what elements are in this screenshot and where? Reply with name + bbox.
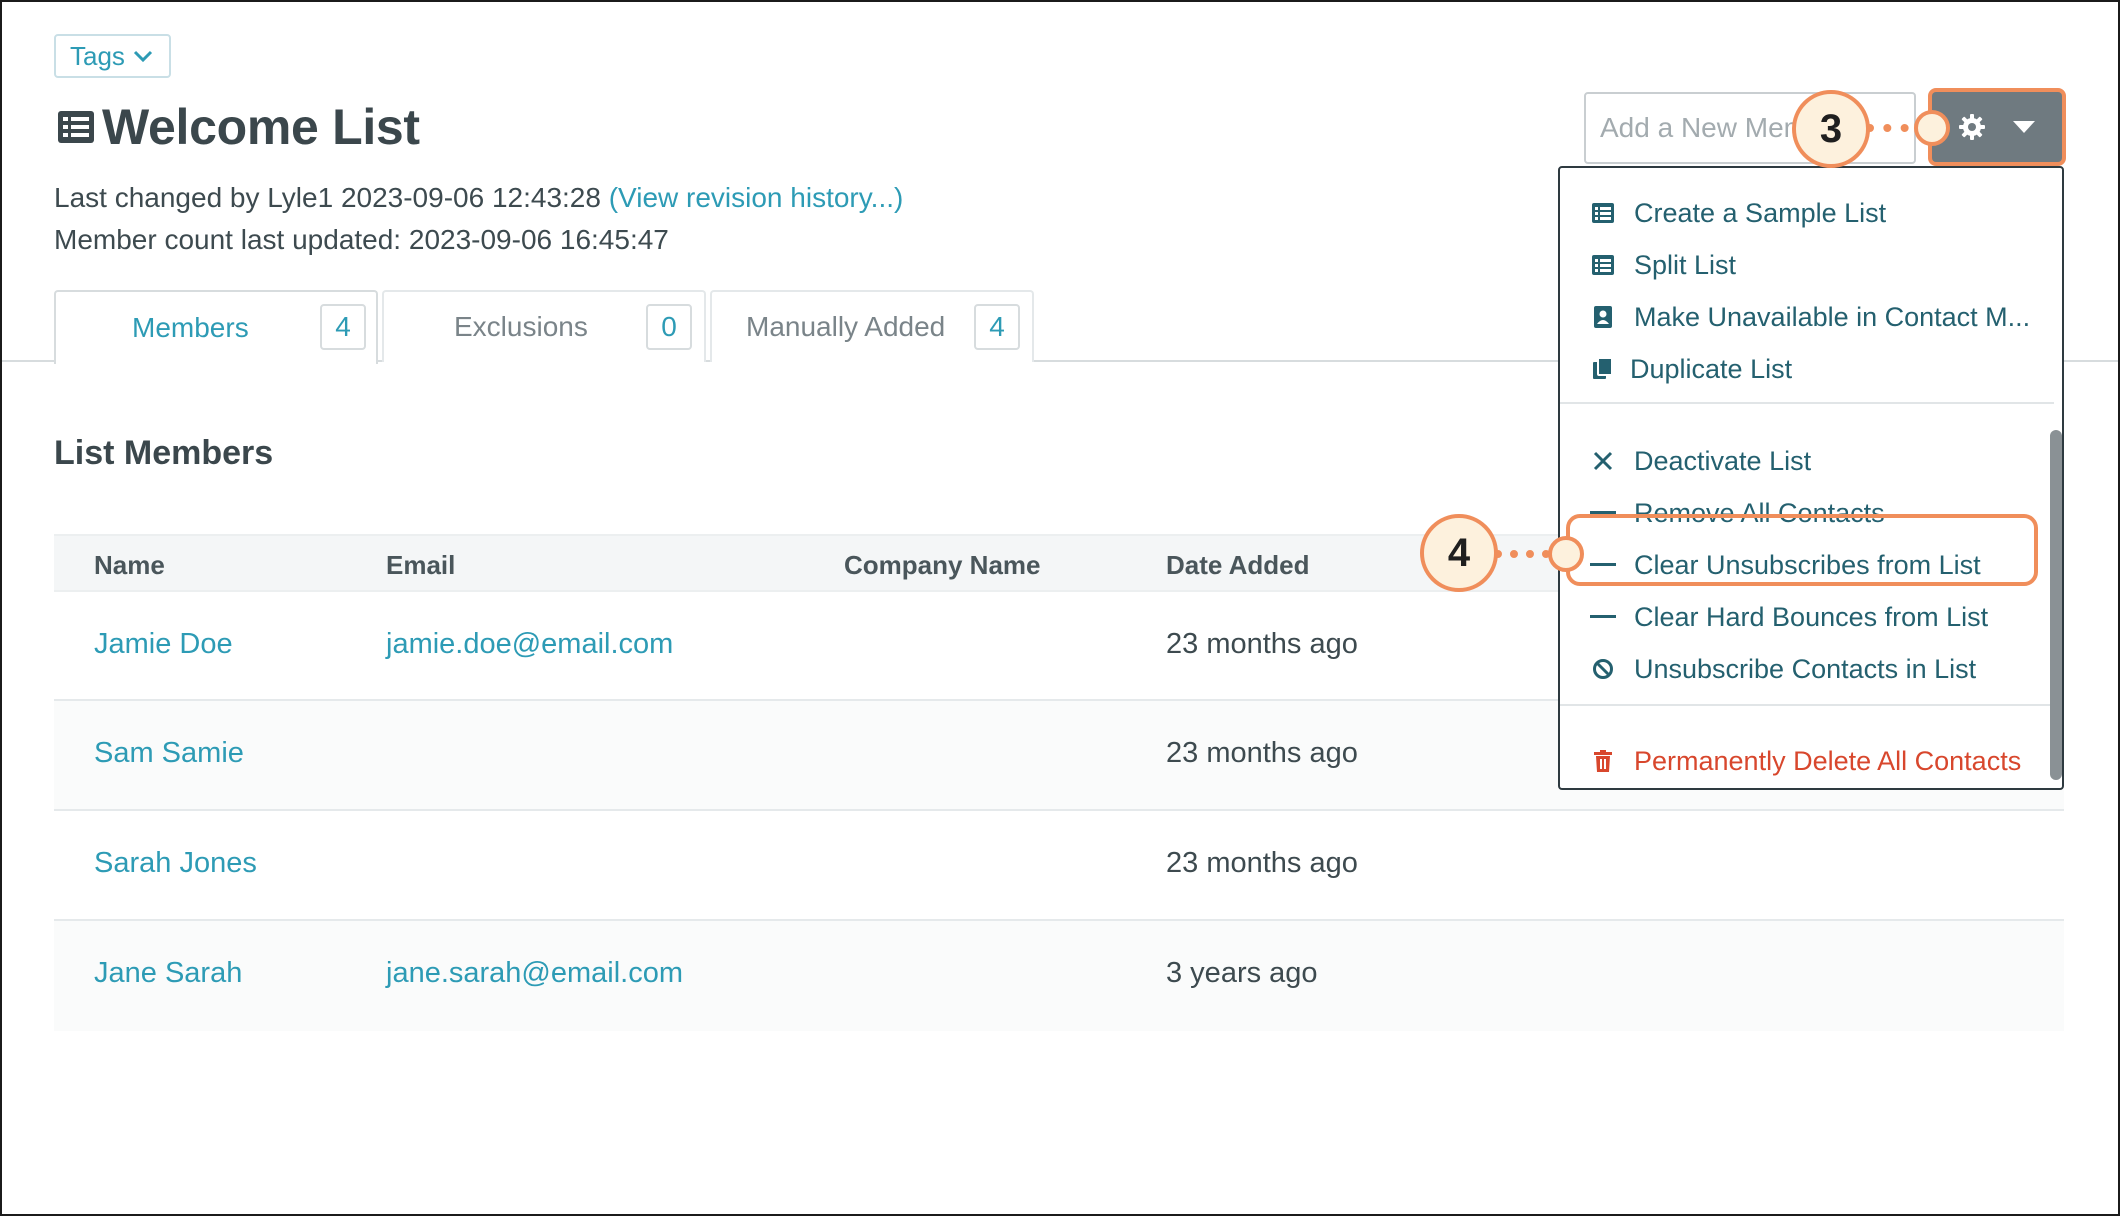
tags-dropdown[interactable]: Tags [54,34,171,78]
step-callout: 3 [1792,90,1870,168]
page-title: Welcome List [102,99,420,155]
callout-pointer [1914,110,1950,146]
menu-item-make-unavailable[interactable]: Make Unavailable in Contact M... [1560,292,2040,342]
step-callout: 4 [1420,514,1498,592]
tab-count-badge: 4 [320,304,366,350]
table-header: Name Email Company Name Date Added [54,534,1562,592]
section-title: List Members [54,434,274,472]
revision-history-link[interactable]: (View revision history...) [609,182,904,213]
menu-item-label: Clear Hard Bounces from List [1634,601,1989,632]
menu-scrollbar[interactable] [2050,430,2062,780]
ban-icon [1590,656,1616,682]
tab-label: Members [132,312,249,343]
chevron-down-icon [133,50,152,63]
table-row: Jane Sarah jane.sarah@email.com 3 years … [54,921,2064,1031]
menu-item-clear-hard-bounces[interactable]: Clear Hard Bounces from List [1560,592,2040,642]
list-actions-menu: Create a Sample List Split List Make Una… [1558,166,2064,790]
member-date-added: 3 years ago [1166,957,1318,989]
list-icon [1590,200,1616,226]
member-date-added: 23 months ago [1166,628,1358,660]
menu-item-duplicate-list[interactable]: Duplicate List [1560,344,2040,394]
menu-item-label: Permanently Delete All Contacts [1634,745,2022,776]
tab-count-badge: 4 [974,304,1020,350]
highlight-clear-unsubscribes [1566,514,2038,586]
tab-label: Exclusions [454,311,588,342]
member-date-added: 23 months ago [1166,847,1358,879]
tags-label: Tags [70,40,125,71]
menu-item-label: Unsubscribe Contacts in List [1634,653,1977,684]
title-row: Welcome List [56,98,420,156]
member-date-added: 23 months ago [1166,737,1358,769]
callout-pointer [1548,536,1584,572]
tab-label: Manually Added [746,311,946,342]
menu-separator [1560,402,2054,404]
member-count-text: Member count last updated: 2023-09-06 16… [54,224,669,255]
member-name-link[interactable]: Sam Samie [94,737,244,770]
table-row: Sarah Jones 23 months ago [54,811,2064,921]
copy-icon [1590,356,1616,382]
column-header-email[interactable]: Email [386,550,455,581]
menu-item-label: Create a Sample List [1634,197,1887,228]
tab-manually-added[interactable]: Manually Added 4 [710,290,1034,362]
last-changed-line: Last changed by Lyle1 2023-09-06 12:43:2… [54,182,903,214]
member-name-link[interactable]: Jane Sarah [94,957,242,990]
menu-item-split-list[interactable]: Split List [1560,240,2040,290]
menu-item-create-sample-list[interactable]: Create a Sample List [1560,188,2040,238]
menu-separator [1560,704,2054,706]
menu-item-deactivate-list[interactable]: Deactivate List [1560,436,2040,486]
column-header-date-added[interactable]: Date Added [1166,550,1310,581]
menu-item-unsubscribe-contacts[interactable]: Unsubscribe Contacts in List [1560,644,2040,694]
last-changed-text: Last changed by Lyle1 2023-09-06 12:43:2… [54,182,601,213]
column-header-name[interactable]: Name [94,550,165,581]
tab-members[interactable]: Members 4 [54,290,378,364]
member-name-link[interactable]: Sarah Jones [94,847,257,880]
contact-book-icon [1590,304,1616,330]
tab-exclusions[interactable]: Exclusions 0 [382,290,706,362]
menu-item-label: Duplicate List [1630,353,1793,384]
caret-down-icon [2013,121,2035,133]
list-actions-button[interactable] [1932,92,2062,162]
member-name-link[interactable]: Jamie Doe [94,628,233,661]
column-header-company[interactable]: Company Name [844,550,1041,581]
menu-item-label: Deactivate List [1634,445,1812,476]
minus-icon [1590,604,1616,630]
screenshot-frame: Tags Welcome List Last changed by Lyle1 … [0,0,2120,1216]
list-icon [58,111,94,143]
gear-icon [1959,114,1985,140]
close-icon [1590,448,1616,474]
trash-icon [1590,748,1616,774]
member-email-link[interactable]: jane.sarah@email.com [386,957,683,990]
menu-item-label: Split List [1634,249,1737,280]
menu-item-permanently-delete[interactable]: Permanently Delete All Contacts [1560,736,2040,786]
list-icon [1590,252,1616,278]
menu-item-label: Make Unavailable in Contact M... [1634,301,2031,332]
tab-count-badge: 0 [646,304,692,350]
member-email-link[interactable]: jamie.doe@email.com [386,628,673,661]
